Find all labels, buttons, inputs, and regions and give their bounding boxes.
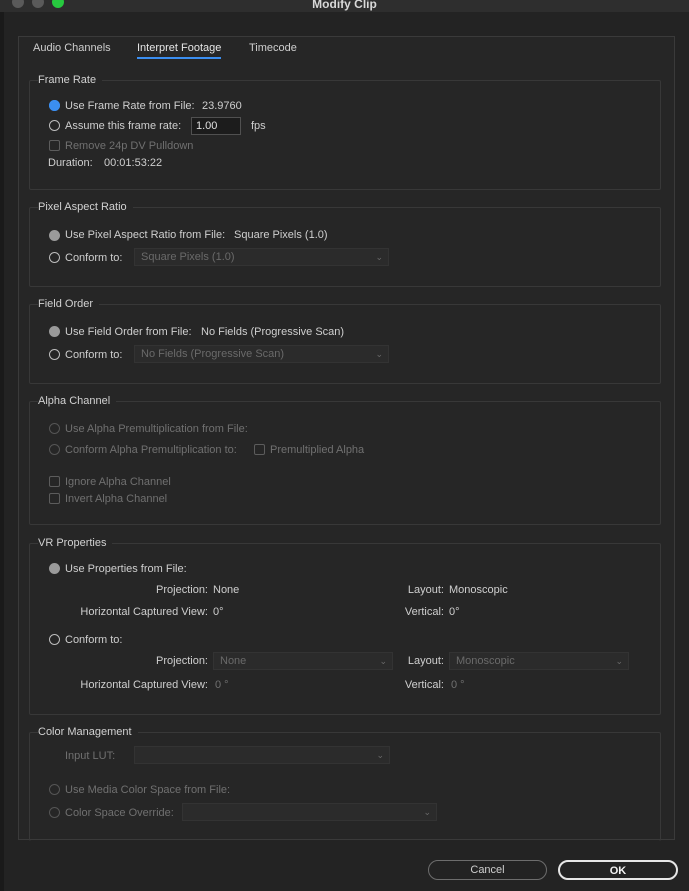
color-management-title: Color Management	[38, 726, 138, 738]
conform-alpha-label: Conform Alpha Premultiplication to:	[65, 444, 237, 456]
file-par-value: Square Pixels (1.0)	[234, 229, 328, 241]
color-space-override-radio[interactable]	[49, 807, 60, 818]
frame-rate-title: Frame Rate	[38, 74, 103, 86]
ignore-alpha-label: Ignore Alpha Channel	[65, 476, 171, 488]
premultiplied-alpha-label: Premultiplied Alpha	[270, 444, 365, 456]
conform-par-label: Conform to:	[65, 252, 123, 264]
file-field-order-value: No Fields (Progressive Scan)	[201, 326, 345, 338]
chevron-down-icon: ⌄	[375, 349, 383, 359]
use-file-alpha-radio[interactable]	[49, 423, 60, 434]
tab-timecode[interactable]: Timecode	[249, 42, 297, 54]
projection-label: Projection:	[156, 584, 208, 596]
conform-field-order-radio[interactable]	[49, 349, 60, 360]
conform-projection-dropdown[interactable]: None ⌄	[213, 652, 393, 670]
layout-label: Layout:	[407, 584, 444, 596]
conform-par-dropdown[interactable]: Square Pixels (1.0) ⌄	[134, 248, 389, 266]
alpha-channel-title: Alpha Channel	[38, 395, 117, 407]
input-lut-label: Input LUT:	[65, 750, 116, 762]
conform-vr-radio[interactable]	[49, 634, 60, 645]
use-file-vr-radio[interactable]	[49, 563, 60, 574]
conform-projection-label: Projection:	[156, 655, 208, 667]
premultiplied-alpha-checkbox[interactable]	[254, 444, 265, 455]
conform-field-order-label: Conform to:	[65, 349, 123, 361]
tab-audio-channels[interactable]: Audio Channels	[33, 42, 111, 54]
conform-par-value: Square Pixels (1.0)	[141, 251, 235, 263]
active-tab-indicator	[137, 57, 221, 59]
ok-button[interactable]: OK	[558, 860, 678, 880]
vertical-label: Vertical:	[404, 606, 444, 618]
window-title: Modify Clip	[312, 0, 377, 11]
conform-layout-dropdown[interactable]: Monoscopic ⌄	[449, 652, 629, 670]
invert-alpha-label: Invert Alpha Channel	[65, 493, 168, 505]
use-file-field-order-radio[interactable]	[49, 326, 60, 337]
color-space-override-dropdown[interactable]: ⌄	[182, 803, 437, 821]
hcv-label: Horizontal Captured View:	[80, 606, 208, 618]
vertical-value: 0°	[449, 606, 460, 618]
conform-hcv-value[interactable]: 0 °	[215, 679, 229, 691]
conform-projection-value: None	[220, 655, 247, 667]
use-file-frame-rate-label: Use Frame Rate from File:	[65, 100, 195, 112]
invert-alpha-checkbox[interactable]	[49, 493, 60, 504]
alpha-channel-group	[29, 401, 661, 525]
hcv-value: 0°	[213, 606, 224, 618]
use-file-frame-rate-radio[interactable]	[49, 100, 60, 111]
chevron-down-icon: ⌄	[615, 656, 623, 666]
conform-vertical-label: Vertical:	[404, 679, 444, 691]
window-edge	[0, 12, 4, 891]
use-media-color-space-label: Use Media Color Space from File:	[65, 784, 231, 796]
ignore-alpha-checkbox[interactable]	[49, 476, 60, 487]
layout-value: Monoscopic	[449, 584, 508, 596]
field-order-title: Field Order	[38, 298, 100, 310]
conform-layout-label: Layout:	[407, 655, 444, 667]
pixel-aspect-title: Pixel Aspect Ratio	[38, 201, 133, 213]
conform-alpha-radio[interactable]	[49, 444, 60, 455]
use-media-color-space-radio[interactable]	[49, 784, 60, 795]
use-file-par-radio[interactable]	[49, 230, 60, 241]
duration-value: 00:01:53:22	[104, 157, 163, 169]
conform-vertical-value[interactable]: 0 °	[451, 679, 465, 691]
pixel-aspect-group	[29, 207, 661, 287]
assume-frame-rate-label: Assume this frame rate:	[65, 120, 182, 132]
cancel-button[interactable]: Cancel	[428, 860, 547, 880]
chevron-down-icon: ⌄	[375, 252, 383, 262]
chevron-down-icon: ⌄	[423, 807, 431, 817]
use-file-field-order-label: Use Field Order from File:	[65, 326, 192, 338]
input-lut-dropdown[interactable]: ⌄	[134, 746, 390, 764]
conform-hcv-label: Horizontal Captured View:	[80, 679, 208, 691]
field-order-group	[29, 304, 661, 384]
projection-value: None	[213, 584, 240, 596]
duration-label: Duration:	[48, 157, 93, 169]
conform-vr-label: Conform to:	[65, 634, 123, 646]
assume-frame-rate-input[interactable]: 1.00	[191, 117, 241, 135]
conform-layout-value: Monoscopic	[456, 655, 515, 667]
use-file-par-label: Use Pixel Aspect Ratio from File:	[65, 229, 226, 241]
conform-field-order-dropdown[interactable]: No Fields (Progressive Scan) ⌄	[134, 345, 389, 363]
chevron-down-icon: ⌄	[376, 750, 384, 760]
remove-pulldown-checkbox[interactable]	[49, 140, 60, 151]
fps-label: fps	[251, 120, 266, 132]
color-space-override-label: Color Space Override:	[65, 807, 174, 819]
tab-interpret-footage[interactable]: Interpret Footage	[137, 42, 221, 54]
use-file-vr-label: Use Properties from File:	[65, 563, 187, 575]
assume-frame-rate-radio[interactable]	[49, 120, 60, 131]
conform-par-radio[interactable]	[49, 252, 60, 263]
vr-properties-title: VR Properties	[38, 537, 113, 549]
title-bar: Modify Clip	[0, 0, 689, 12]
frame-rate-group	[29, 80, 661, 190]
use-file-alpha-label: Use Alpha Premultiplication from File:	[65, 423, 248, 435]
file-frame-rate-value: 23.9760	[202, 100, 242, 112]
conform-field-order-value: No Fields (Progressive Scan)	[141, 348, 285, 360]
remove-pulldown-label: Remove 24p DV Pulldown	[65, 140, 194, 152]
